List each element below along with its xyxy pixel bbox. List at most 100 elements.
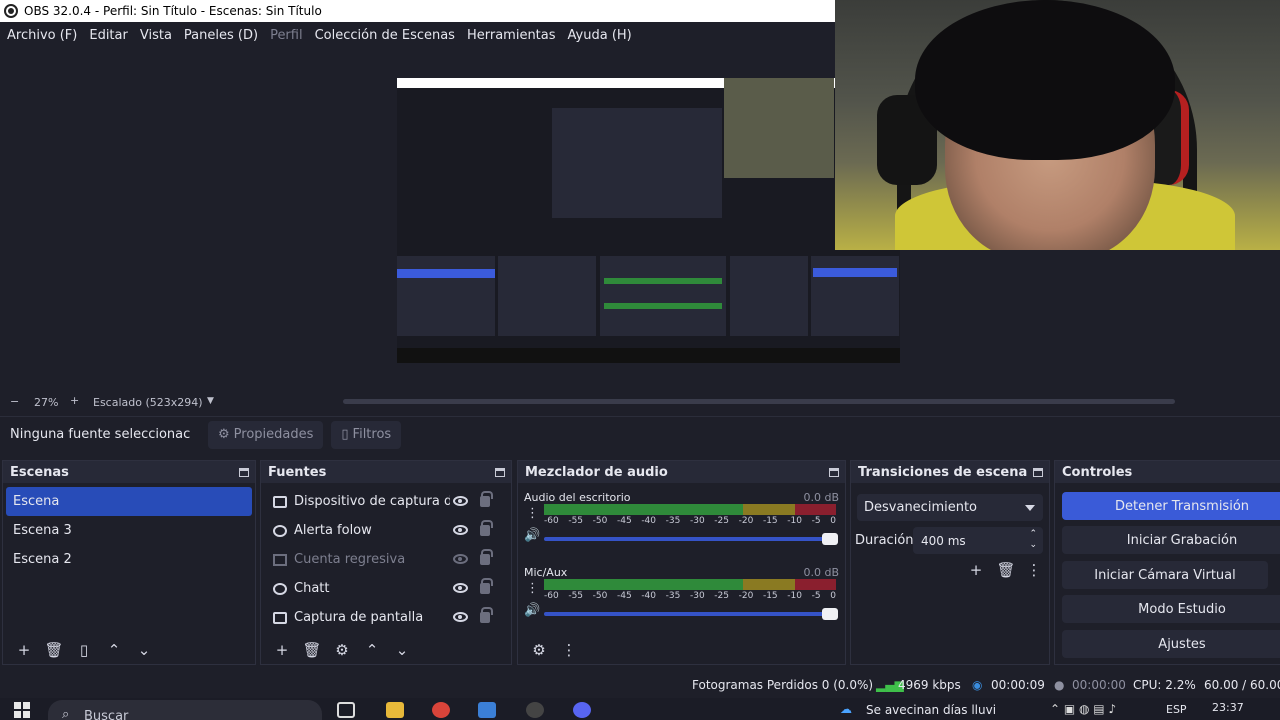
weather-text[interactable]: Se avecinan días lluvi <box>866 703 996 717</box>
transition-menu-icon[interactable]: ⋮ <box>1019 559 1049 581</box>
clock[interactable]: 23:37 <box>1212 701 1244 714</box>
sources-title: Fuentes <box>268 464 327 480</box>
globe-icon <box>273 582 287 595</box>
source-item[interactable]: Chatt <box>261 574 511 603</box>
volume-slider[interactable] <box>544 533 838 545</box>
nested-screen-capture <box>397 78 900 363</box>
source-item[interactable]: Dispositivo de captura de v <box>261 487 511 516</box>
source-item[interactable]: Cuenta regresiva <box>261 545 511 574</box>
lock-icon[interactable] <box>480 549 493 565</box>
add-scene-icon[interactable]: + <box>9 639 39 661</box>
scene-item[interactable]: Escena 2 <box>3 545 255 574</box>
undock-icon[interactable] <box>1033 467 1043 477</box>
obs-logo-icon <box>4 4 18 18</box>
lock-icon[interactable] <box>480 520 493 536</box>
channel-menu-icon[interactable]: ⋮ <box>526 507 539 520</box>
scenes-dock: Escenas Escena Escena 3 Escena 2 + 🗑 ▯ ⌃… <box>2 460 256 665</box>
chrome-icon[interactable] <box>432 702 450 718</box>
scene-filters-icon[interactable]: ▯ <box>69 639 99 661</box>
slider-handle[interactable] <box>822 533 838 545</box>
lock-icon[interactable] <box>480 607 493 623</box>
menu-docks[interactable]: Paneles (D) <box>184 28 258 43</box>
task-view-icon[interactable] <box>337 702 355 718</box>
dropped-frames: Fotogramas Perdidos 0 (0.0%) <box>692 678 874 692</box>
remove-transition-icon[interactable]: 🗑 <box>991 559 1021 581</box>
visibility-hidden-icon[interactable] <box>453 554 468 564</box>
undock-icon[interactable] <box>239 467 249 477</box>
scale-dropdown-icon[interactable]: ▼ <box>207 396 214 406</box>
mixer-toolbar: ⚙ ⋮ <box>518 636 845 664</box>
menu-help[interactable]: Ayuda (H) <box>568 28 632 43</box>
speaker-icon[interactable]: 🔊 <box>524 528 540 543</box>
visibility-eye-icon[interactable] <box>453 612 468 622</box>
lock-icon[interactable] <box>480 491 493 507</box>
scene-item[interactable]: Escena <box>6 487 252 516</box>
channel-name: Audio del escritorio <box>524 491 631 504</box>
menu-scene-collection[interactable]: Colección de Escenas <box>315 28 455 43</box>
source-item[interactable]: Alerta folow <box>261 516 511 545</box>
scene-item[interactable]: Escena 3 <box>3 516 255 545</box>
duration-spinbox[interactable]: 400 ms ⌃ ⌄ <box>913 527 1043 554</box>
channel-db: 0.0 dB <box>803 566 839 579</box>
speaker-icon[interactable]: 🔊 <box>524 603 540 618</box>
undock-icon[interactable] <box>495 467 505 477</box>
webcam-feed <box>835 0 1280 250</box>
zoom-in-icon[interactable]: + <box>70 394 79 407</box>
controls-dock-header: Controles <box>1055 461 1280 483</box>
source-settings-gear-icon[interactable]: ⚙ <box>327 639 357 661</box>
visibility-eye-icon[interactable] <box>453 496 468 506</box>
channel-menu-icon[interactable]: ⋮ <box>526 582 539 595</box>
source-context-bar: Ninguna fuente seleccionac ⚙ Propiedades… <box>0 416 1280 452</box>
system-tray-icons[interactable]: ⌃ ▣ ◍ ▤ ♪ <box>1050 702 1116 716</box>
move-up-icon[interactable]: ⌃ <box>99 639 129 661</box>
channel-name: Mic/Aux <box>524 566 568 579</box>
remove-source-icon[interactable]: 🗑 <box>297 639 327 661</box>
start-virtual-camera-button[interactable]: Iniciar Cámara Virtual <box>1062 561 1268 589</box>
controls-dock: Controles Detener Transmisión Iniciar Gr… <box>1054 460 1280 665</box>
move-down-icon[interactable]: ⌄ <box>387 639 417 661</box>
settings-button[interactable]: Ajustes <box>1062 630 1280 658</box>
zoom-level: 27% <box>34 396 59 409</box>
move-up-icon[interactable]: ⌃ <box>357 639 387 661</box>
scale-mode[interactable]: Escalado (523x294) <box>93 396 203 409</box>
zoom-out-icon[interactable]: − <box>10 395 19 408</box>
visibility-eye-icon[interactable] <box>453 583 468 593</box>
volume-meter <box>544 579 836 590</box>
transitions-dock-header: Transiciones de escena <box>851 461 1049 483</box>
studio-mode-button[interactable]: Modo Estudio <box>1062 595 1280 623</box>
menu-tools[interactable]: Herramientas <box>467 28 556 43</box>
menu-file[interactable]: Archivo (F) <box>7 28 77 43</box>
mixer-menu-icon[interactable]: ⋮ <box>554 639 584 661</box>
remove-scene-icon[interactable]: 🗑 <box>39 639 69 661</box>
spin-arrows-icon[interactable]: ⌃ ⌄ <box>1029 529 1037 551</box>
streaming-icon: ◉ <box>972 678 983 692</box>
stop-streaming-button[interactable]: Detener Transmisión <box>1062 492 1280 520</box>
file-explorer-icon[interactable] <box>386 702 404 718</box>
slider-handle[interactable] <box>822 608 838 620</box>
move-down-icon[interactable]: ⌄ <box>129 639 159 661</box>
steam-icon[interactable] <box>478 702 496 718</box>
discord-icon[interactable] <box>573 702 591 718</box>
language-indicator[interactable]: ESP <box>1166 703 1187 716</box>
lock-icon[interactable] <box>480 578 493 594</box>
volume-slider[interactable] <box>544 608 838 620</box>
undock-icon[interactable] <box>829 467 839 477</box>
menu-view[interactable]: Vista <box>140 28 172 43</box>
properties-button[interactable]: ⚙ Propiedades <box>208 420 324 449</box>
mixer-dock-header: Mezclador de audio <box>518 461 845 483</box>
add-transition-icon[interactable]: + <box>961 559 991 581</box>
transition-select[interactable]: Desvanecimiento <box>857 494 1043 521</box>
menu-edit[interactable]: Editar <box>89 28 128 43</box>
preview-scrollbar[interactable] <box>343 399 1175 404</box>
start-recording-button[interactable]: Iniciar Grabación <box>1062 526 1280 554</box>
taskbar-search-input[interactable]: ⌕ Buscar <box>48 700 322 720</box>
source-item[interactable]: Captura de pantalla <box>261 603 511 632</box>
advanced-audio-gear-icon[interactable]: ⚙ <box>524 639 554 661</box>
add-source-icon[interactable]: + <box>267 639 297 661</box>
scenes-toolbar: + 🗑 ▯ ⌃ ⌄ <box>3 636 255 664</box>
sources-dock-header: Fuentes <box>261 461 511 483</box>
obs-taskbar-icon[interactable] <box>526 702 544 718</box>
windows-start-icon[interactable] <box>14 702 30 718</box>
visibility-eye-icon[interactable] <box>453 525 468 535</box>
filters-button[interactable]: ▯ Filtros <box>331 420 402 449</box>
